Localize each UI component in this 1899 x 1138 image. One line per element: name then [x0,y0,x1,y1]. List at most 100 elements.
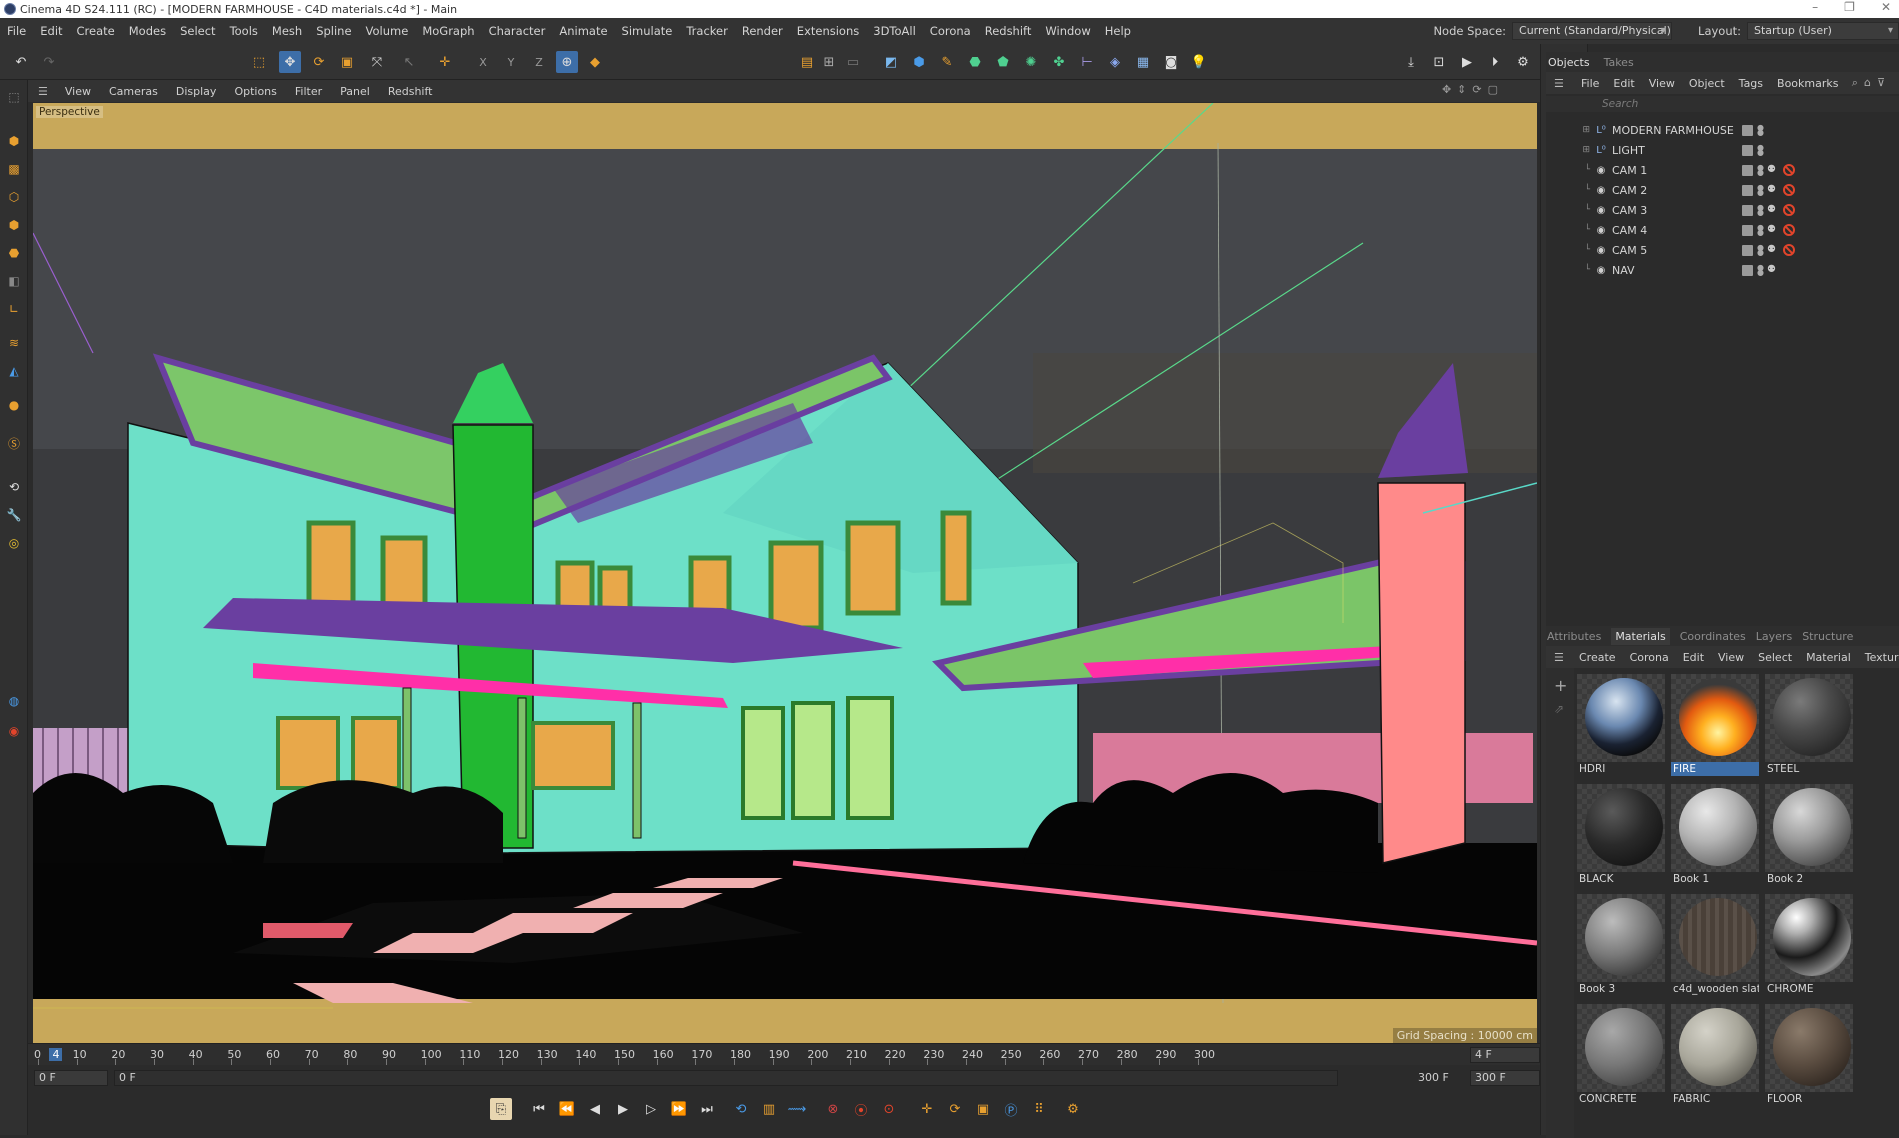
undo-icon[interactable]: ↶ [10,51,32,73]
menu-file[interactable]: File [0,24,33,38]
tab-structure[interactable]: Structure [1802,630,1853,643]
extrude-generator-icon[interactable]: ⬟ [992,51,1014,73]
object-menu-object[interactable]: Object [1682,77,1732,90]
render-active-view-icon[interactable]: ▶ [1456,51,1478,73]
workplane-icon[interactable]: ◎ [3,532,25,554]
render-visibility-icon[interactable]: ● ● [1757,184,1764,197]
subdivision-generator-icon[interactable]: ⬣ [964,51,986,73]
autokey-icon[interactable]: ⊙ [878,1098,900,1120]
go-to-end-icon[interactable]: ⏭ [696,1098,718,1120]
pen-spline-icon[interactable]: ✎ [936,51,958,73]
render-queue-icon[interactable]: ▭ [842,51,864,73]
end-frame-field[interactable]: 300 F [1470,1070,1540,1086]
material-swatch[interactable]: CHROME [1765,894,1853,996]
object-manager-search-icons[interactable]: ⌕⌂⊽ [1852,76,1891,90]
motion-record-icon[interactable]: ⟿ [786,1098,808,1120]
floor-object-icon[interactable]: ▦ [1132,51,1154,73]
material-menu-select[interactable]: Select [1751,651,1799,664]
menu-volume[interactable]: Volume [359,24,416,38]
material-menu-view[interactable]: View [1711,651,1751,664]
menu-window[interactable]: Window [1038,24,1097,38]
node-space-dropdown[interactable]: Current (Standard/Physical) [1512,22,1673,40]
visibility-check-icon[interactable] [1742,244,1753,256]
visibility-check-icon[interactable] [1742,184,1753,196]
protection-tag-icon[interactable] [1783,204,1795,216]
world-coordinates-icon[interactable]: ⊕ [556,51,578,73]
redo-icon[interactable]: ↷ [38,51,60,73]
viewport-menu-panel[interactable]: Panel [331,85,379,98]
timeline-settings-icon[interactable]: ⚙ [1062,1098,1084,1120]
coordinate-system-icon[interactable]: ✛ [434,51,456,73]
move-tool-icon[interactable]: ✥ [279,51,301,73]
render-visibility-icon[interactable]: ● ● [1757,244,1764,257]
tweak-mode-icon[interactable]: ≋ [3,332,25,354]
material-swatch[interactable]: c4d_wooden slat [1671,894,1759,996]
material-menu-create[interactable]: Create [1572,651,1623,664]
visibility-check-icon[interactable] [1742,124,1753,136]
camera-tag-icon[interactable]: ⚉ [1767,224,1779,236]
record-keys-icon[interactable]: ⊗ [822,1098,844,1120]
object-menu-bookmarks[interactable]: Bookmarks [1770,77,1845,90]
tab-materials[interactable]: Materials [1611,627,1670,645]
render-to-picture-viewer-icon[interactable]: ⏵ [1484,51,1506,73]
menu-tools[interactable]: Tools [223,24,265,38]
tab-attributes[interactable]: Attributes [1547,630,1601,643]
material-swatch[interactable]: FIRE [1671,674,1759,776]
key-pla-icon[interactable]: ⠿ [1028,1098,1050,1120]
close-icon[interactable]: ✕ [1881,0,1891,14]
effector-icon[interactable]: ✤ [1048,51,1070,73]
object-row[interactable]: └ ◉ CAM 1 ● ● ⚉ [1546,160,1899,180]
maximize-icon[interactable]: ❐ [1844,0,1855,14]
key-position-icon[interactable]: ✛ [916,1098,938,1120]
transform-tool-icon[interactable]: ⤧ [366,51,388,73]
material-menu-texture[interactable]: Texture [1858,651,1899,664]
camera-tag-icon[interactable]: ⚉ [1767,164,1779,176]
corona-icon[interactable]: ◍ [3,690,25,712]
menu-mesh[interactable]: Mesh [265,24,309,38]
menu-tracker[interactable]: Tracker [679,24,735,38]
material-swatch[interactable]: BLACK [1577,784,1665,886]
record-active-icon[interactable]: ⦿ [850,1098,872,1120]
visibility-check-icon[interactable] [1742,144,1753,156]
sculpt-icon[interactable]: Ⓢ [3,432,25,454]
expand-icon[interactable]: └ [1546,185,1594,195]
menu-redshift[interactable]: Redshift [978,24,1039,38]
tab-objects[interactable]: Objects [1548,56,1590,69]
object-row[interactable]: └ ◉ CAM 3 ● ● ⚉ [1546,200,1899,220]
play-icon[interactable]: ▶ [612,1098,634,1120]
visibility-check-icon[interactable] [1742,224,1753,236]
x-axis-lock-icon[interactable]: X [472,51,494,73]
menu-modes[interactable]: Modes [122,24,173,38]
next-key-icon[interactable]: ⏩ [668,1098,690,1120]
tab-coordinates[interactable]: Coordinates [1680,630,1746,643]
object-row[interactable]: ⊞ L⁰ MODERN FARMHOUSE ● ● [1546,120,1899,140]
render-visibility-icon[interactable]: ● ● [1757,204,1764,217]
material-swatch[interactable]: Book 3 [1577,894,1665,996]
wrench-icon[interactable]: 🔧 [3,504,25,526]
expand-icon[interactable]: ⊞ [1546,145,1594,155]
texture-mode-icon[interactable]: ▩ [3,158,25,180]
material-swatch[interactable]: HDRI [1577,674,1665,776]
render-visibility-icon[interactable]: ● ● [1757,124,1764,137]
viewport-hamburger-icon[interactable]: ☰ [28,85,56,98]
timeline-ruler[interactable]: 0 10 20 30 40 50 60 70 80 90 100 110 120 130 140 150 160… [28,1043,1540,1065]
viewport-nav-icons[interactable]: ✥⇕⟳▢ [1442,83,1504,96]
menu-3dtoall[interactable]: 3DToAll [866,24,923,38]
light-object-icon[interactable]: 💡 [1188,51,1210,73]
picture-viewer-icon[interactable]: ⊡ [1428,51,1450,73]
material-swatch[interactable]: FLOOR [1765,1004,1853,1106]
menu-mograph[interactable]: MoGraph [415,24,481,38]
uv-mode-icon[interactable]: ◧ [3,270,25,292]
menu-extensions[interactable]: Extensions [790,24,866,38]
model-mode-icon[interactable]: ⬢ [3,130,25,152]
protection-tag-icon[interactable] [1783,184,1795,196]
cloner-icon[interactable]: ✺ [1020,51,1042,73]
material-manager-hamburger-icon[interactable]: ☰ [1554,651,1564,664]
material-menu-material[interactable]: Material [1799,651,1858,664]
menu-create[interactable]: Create [70,24,122,38]
expand-icon[interactable]: └ [1546,205,1594,215]
key-rotation-icon[interactable]: ⟳ [944,1098,966,1120]
menu-character[interactable]: Character [482,24,553,38]
viewport-menu-view[interactable]: View [56,85,100,98]
parametric-object-icon[interactable]: ◩ [880,51,902,73]
